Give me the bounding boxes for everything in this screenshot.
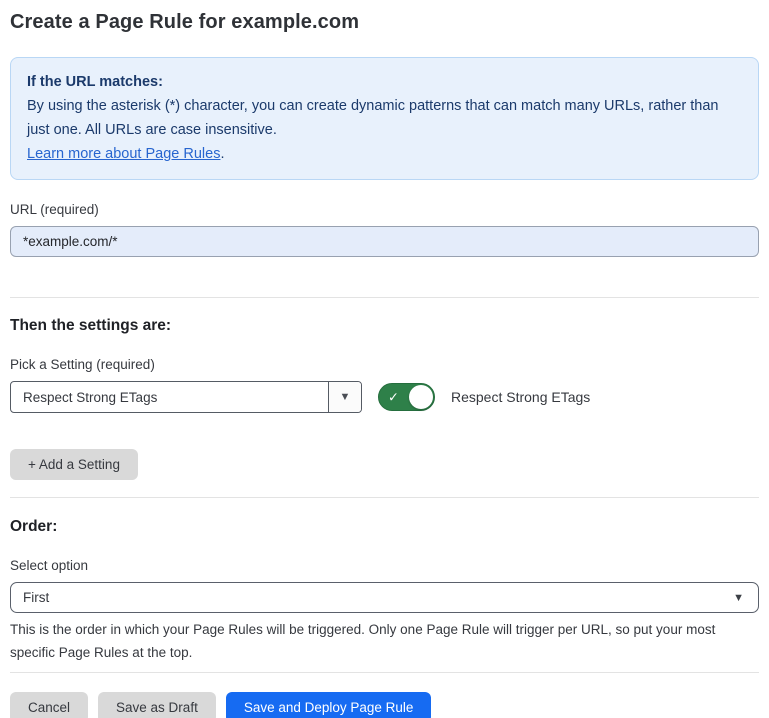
cancel-button[interactable]: Cancel (10, 692, 88, 718)
setting-select[interactable]: Respect Strong ETags ▼ (10, 381, 362, 413)
url-input[interactable] (10, 226, 759, 257)
toggle-knob (409, 385, 433, 409)
divider (10, 497, 759, 498)
order-help-text: This is the order in which your Page Rul… (10, 618, 755, 664)
link-suffix: . (220, 146, 224, 162)
add-setting-button[interactable]: + Add a Setting (10, 449, 138, 480)
settings-section-heading: Then the settings are: (10, 317, 759, 335)
page-rule-form: Create a Page Rule for example.com If th… (0, 10, 769, 718)
info-box-link-line: Learn more about Page Rules. (27, 142, 742, 166)
divider (10, 672, 759, 673)
order-section-heading: Order: (10, 518, 759, 536)
divider (10, 297, 759, 298)
order-select-label: Select option (10, 558, 759, 574)
learn-more-link[interactable]: Learn more about Page Rules (27, 146, 220, 162)
info-box-body: By using the asterisk (*) character, you… (27, 94, 742, 142)
chevron-down-icon: ▼ (340, 391, 351, 403)
info-box-heading: If the URL matches: (27, 70, 742, 94)
setting-row: Respect Strong ETags ▼ ✓ Respect Strong … (10, 381, 759, 413)
save-draft-button[interactable]: Save as Draft (98, 692, 216, 718)
setting-toggle[interactable]: ✓ (378, 383, 435, 411)
setting-select-arrow-button[interactable]: ▼ (328, 382, 361, 412)
page-title: Create a Page Rule for example.com (10, 10, 759, 34)
pick-setting-label: Pick a Setting (required) (10, 357, 759, 373)
setting-toggle-wrap: ✓ Respect Strong ETags (378, 383, 590, 411)
check-icon: ✓ (388, 391, 399, 404)
url-match-info-box: If the URL matches: By using the asteris… (10, 57, 759, 180)
setting-toggle-label: Respect Strong ETags (451, 389, 590, 405)
chevron-down-icon: ▼ (733, 592, 744, 604)
footer-actions: Cancel Save as Draft Save and Deploy Pag… (10, 692, 759, 718)
order-select-value: First (23, 590, 49, 605)
order-select[interactable]: First ▼ (10, 582, 759, 613)
save-deploy-button[interactable]: Save and Deploy Page Rule (226, 692, 432, 718)
setting-select-value: Respect Strong ETags (11, 382, 328, 412)
url-field-label: URL (required) (10, 202, 759, 218)
